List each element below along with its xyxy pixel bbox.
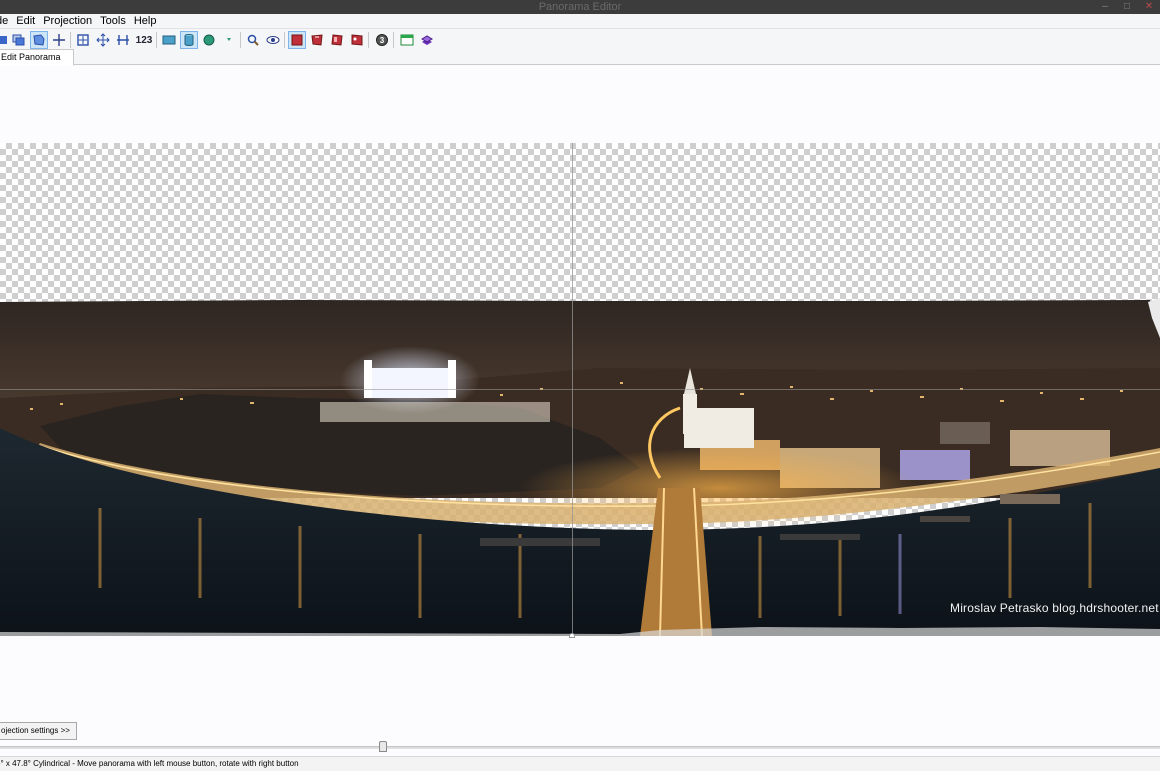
fov-slider-track[interactable] bbox=[0, 746, 1160, 749]
mode-crop-icon[interactable] bbox=[328, 31, 346, 49]
fit-icon[interactable] bbox=[74, 31, 92, 49]
title-bar: Panorama Editor – □ ✕ bbox=[0, 0, 1160, 14]
mode-normal-icon[interactable] bbox=[288, 31, 306, 49]
tab-strip: Edit Panorama bbox=[0, 49, 1160, 66]
cylindrical-icon[interactable] bbox=[180, 31, 198, 49]
zoom-icon[interactable] bbox=[244, 31, 262, 49]
minimize-button[interactable]: – bbox=[1094, 0, 1116, 14]
center-handle[interactable] bbox=[569, 633, 575, 638]
menu-tools[interactable]: Tools bbox=[100, 14, 126, 28]
mode-control-icon[interactable] bbox=[348, 31, 366, 49]
window-title: Panorama Editor bbox=[538, 1, 622, 13]
status-text: 6° x 47.8° Cylindrical - Move panorama w… bbox=[0, 759, 299, 768]
close-button[interactable]: ✕ bbox=[1138, 0, 1160, 14]
dropdown-icon[interactable] bbox=[220, 31, 238, 49]
fov-slider-thumb[interactable] bbox=[379, 741, 387, 752]
assistant-icon[interactable] bbox=[10, 31, 28, 49]
open-icon[interactable] bbox=[398, 31, 416, 49]
horizontal-guide-line bbox=[0, 389, 1160, 390]
menu-projection[interactable]: Projection bbox=[43, 14, 92, 28]
projection-settings-button[interactable]: ojection settings >> bbox=[0, 722, 77, 740]
status-bar: 6° x 47.8° Cylindrical - Move panorama w… bbox=[0, 756, 1160, 771]
stack-icon[interactable] bbox=[418, 31, 436, 49]
crosshair-icon[interactable] bbox=[50, 31, 68, 49]
maximize-button[interactable]: □ bbox=[1116, 0, 1138, 14]
panorama-preview[interactable] bbox=[0, 298, 1160, 636]
tab-edit-panorama[interactable]: Edit Panorama bbox=[0, 49, 74, 66]
menu-mode[interactable]: de bbox=[0, 14, 8, 28]
stretch-icon[interactable] bbox=[114, 31, 132, 49]
rectilinear-icon[interactable] bbox=[160, 31, 178, 49]
select-icon[interactable] bbox=[30, 31, 48, 49]
preview-icon[interactable] bbox=[264, 31, 282, 49]
sphere-icon[interactable] bbox=[200, 31, 218, 49]
menu-help[interactable]: Help bbox=[134, 14, 157, 28]
menu-bar: de Edit Projection Tools Help bbox=[0, 14, 1160, 28]
mode-mask-icon[interactable] bbox=[308, 31, 326, 49]
move-icon[interactable] bbox=[94, 31, 112, 49]
layout-icon[interactable]: 3 bbox=[373, 31, 391, 49]
photo-watermark: Miroslav Petrasko blog.hdrshooter.net bbox=[950, 601, 1159, 615]
toolbar: 123 3 bbox=[0, 28, 1160, 51]
menu-edit[interactable]: Edit bbox=[16, 14, 35, 28]
numbers-icon[interactable]: 123 bbox=[134, 31, 154, 49]
